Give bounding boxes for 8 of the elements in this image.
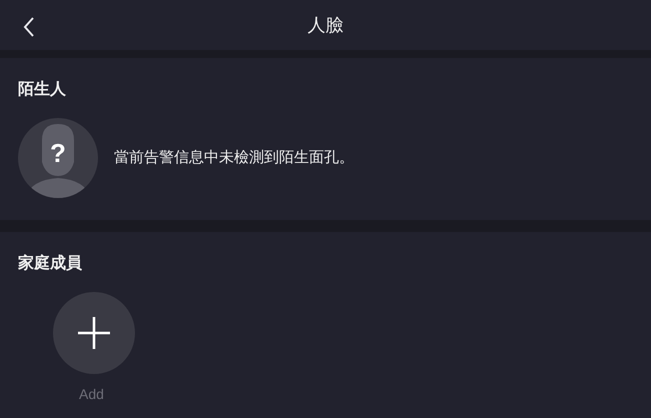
no-stranger-message: 當前告警信息中未檢測到陌生面孔。 (114, 148, 354, 168)
section-heading: 家庭成員 (18, 253, 83, 274)
add-label: Add (79, 385, 104, 404)
unknown-person-avatar: ? (18, 118, 98, 198)
section-heading: 陌生人 (18, 80, 67, 100)
back-icon (22, 15, 36, 39)
plus-icon (76, 315, 112, 351)
page-title: 人臉 (308, 14, 344, 36)
